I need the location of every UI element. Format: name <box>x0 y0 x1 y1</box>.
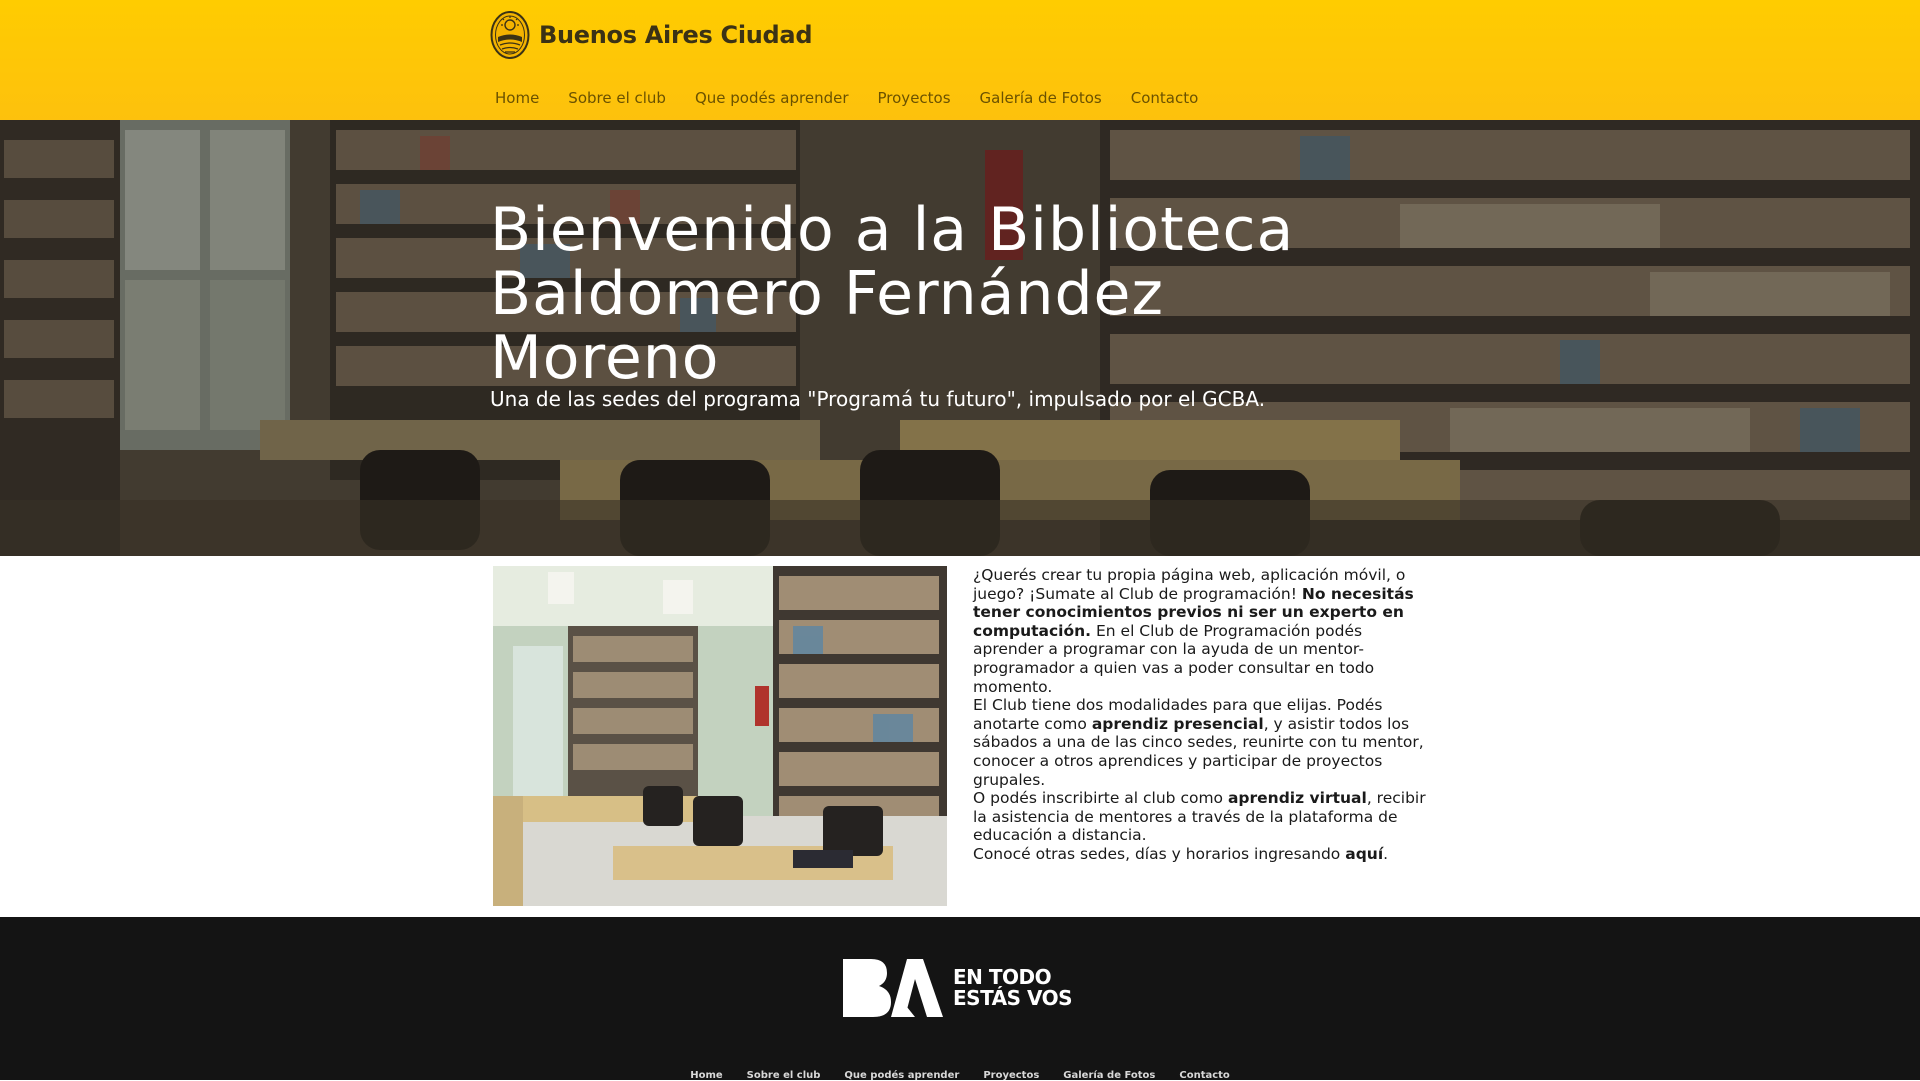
footer-nav-proyectos[interactable]: Proyectos <box>983 1070 1039 1081</box>
hero-subtitle: Una de las sedes del programa "Programá … <box>490 387 1266 411</box>
hero-title: Bienvenido a la Biblioteca Baldomero Fer… <box>490 195 1295 393</box>
footer-nav-galeria-de-fotos[interactable]: Galería de Fotos <box>1063 1070 1155 1081</box>
virtual-paragraph: O podés inscribirte al club como aprendi… <box>973 789 1426 845</box>
nav-home[interactable]: Home <box>490 86 539 110</box>
nav-sobre-el-club[interactable]: Sobre el club <box>563 86 666 110</box>
ba-logo[interactable]: EN TODO ESTÁS VOS <box>841 957 1073 1019</box>
site-footer: EN TODO ESTÁS VOS Home Sobre el club Que… <box>0 917 1920 1081</box>
ba-logo-mark <box>843 959 943 1017</box>
site-header: Buenos Aires Ciudad Home Sobre el club Q… <box>0 0 1920 120</box>
hero-banner: Bienvenido a la Biblioteca Baldomero Fer… <box>0 120 1920 556</box>
footer-nav-que-podes-aprender[interactable]: Que podés aprender <box>844 1070 959 1081</box>
brand-name: Buenos Aires Ciudad <box>539 21 813 49</box>
club-description: ¿Querés crear tu propia página web, apli… <box>973 566 1431 864</box>
footer-nav: Home Sobre el club Que podés aprender Pr… <box>0 1070 1920 1081</box>
library-reading-room-photo <box>493 566 947 906</box>
brand-link[interactable]: Buenos Aires Ciudad <box>490 10 813 60</box>
nav-que-podes-aprender[interactable]: Que podés aprender <box>690 86 849 110</box>
nav-contacto[interactable]: Contacto <box>1126 86 1199 110</box>
nav-galeria-de-fotos[interactable]: Galería de Fotos <box>975 86 1102 110</box>
city-seal-icon <box>490 11 530 59</box>
intro-paragraph: ¿Querés crear tu propia página web, apli… <box>973 566 1414 696</box>
footer-nav-contacto[interactable]: Contacto <box>1179 1070 1229 1081</box>
footer-nav-sobre-el-club[interactable]: Sobre el club <box>747 1070 821 1081</box>
aqui-link[interactable]: aquí <box>1345 845 1383 863</box>
footer-nav-home[interactable]: Home <box>690 1070 722 1081</box>
nav-proyectos[interactable]: Proyectos <box>873 86 951 110</box>
footer-slogan: EN TODO ESTÁS VOS <box>953 965 1073 1010</box>
modalities-paragraph: El Club tiene dos modalidades para que e… <box>973 696 1424 789</box>
club-info-section: ¿Querés crear tu propia página web, apli… <box>0 556 1920 917</box>
other-sedes-paragraph: Conocé otras sedes, días y horarios ingr… <box>973 844 1389 863</box>
main-nav: Home Sobre el club Que podés aprender Pr… <box>490 86 1222 110</box>
